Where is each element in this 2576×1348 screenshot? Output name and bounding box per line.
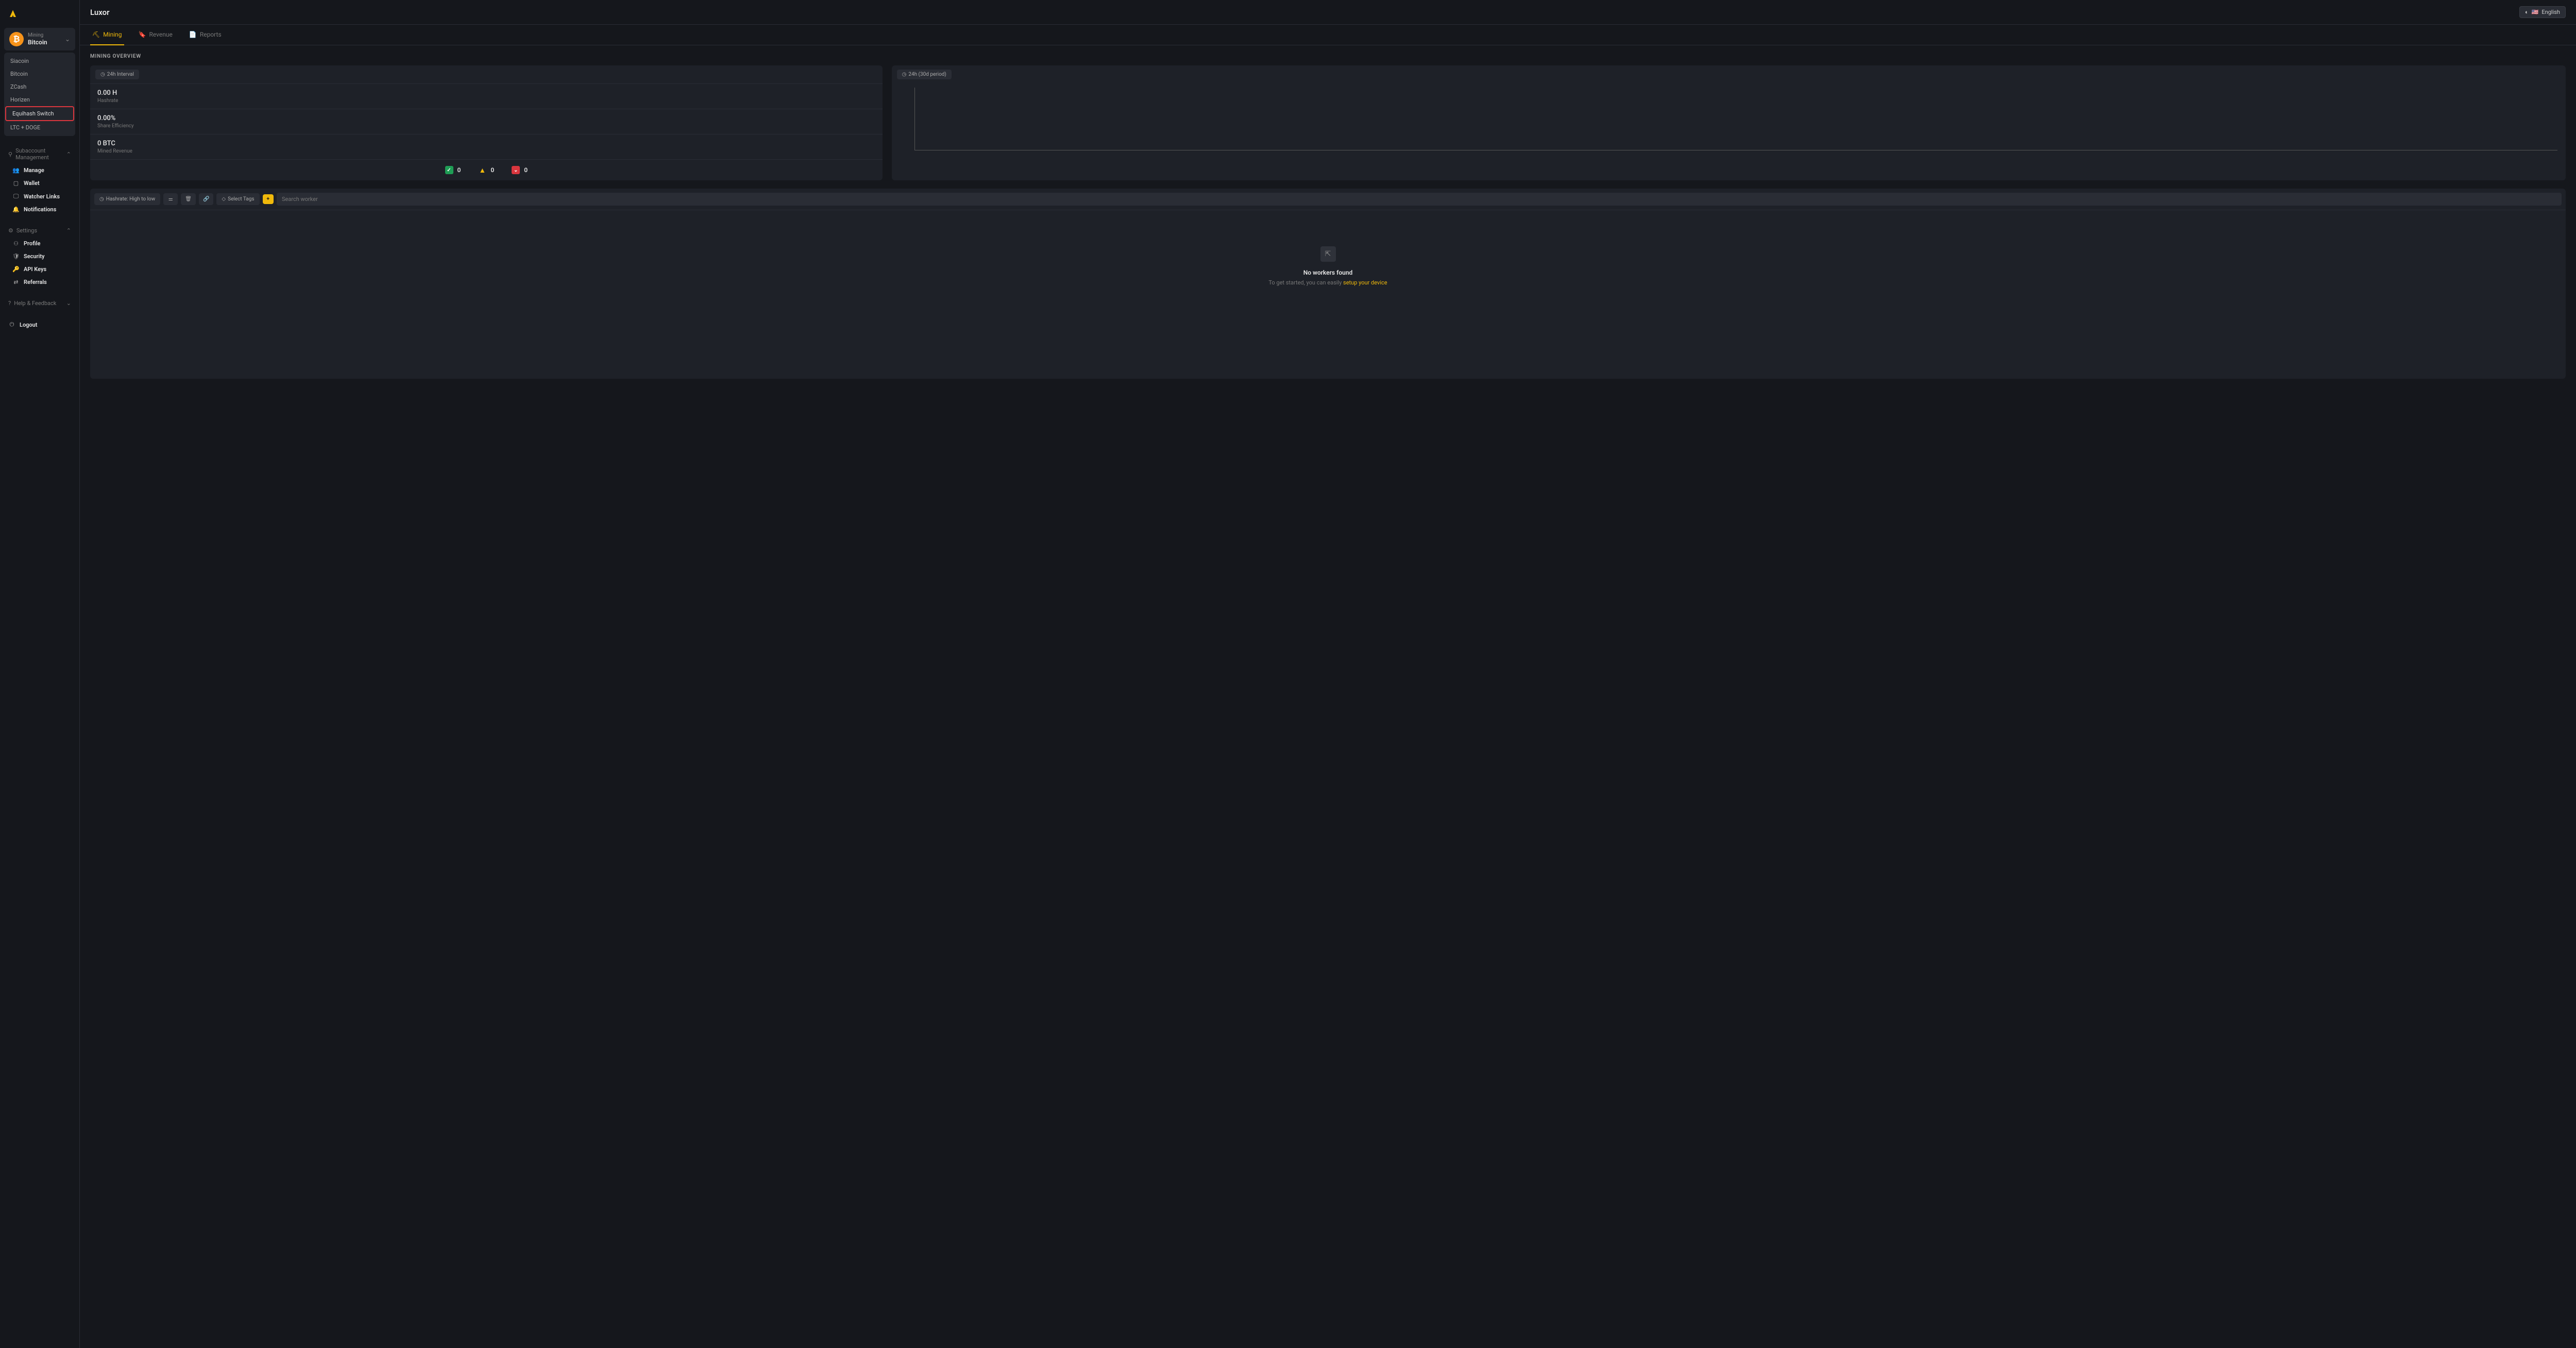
tab-revenue[interactable]: 🔖Revenue (137, 25, 175, 45)
sidebar-item-api-keys[interactable]: 🔑API Keys (2, 263, 77, 276)
coin-item-equihash-switch[interactable]: Equihash Switch (5, 106, 74, 121)
bookmark-icon: 🔖 (139, 31, 146, 38)
globe-icon: ◐ (2525, 9, 2529, 15)
workers-card: ◷Hashrate: High to low ⚌ 🗑 🔗 ◇Select Tag… (90, 189, 2566, 379)
link-icon: 🔗 (203, 196, 209, 202)
brand-logo[interactable] (2, 4, 77, 26)
sliders-icon: ⚌ (168, 196, 173, 202)
chevron-up-icon: ⌃ (66, 151, 71, 158)
coin-item-bitcoin[interactable]: Bitcoin (4, 68, 75, 80)
topbar: Luxor ◐ 🇺🇸 English (80, 0, 2576, 25)
wallet-icon: ▢ (12, 180, 20, 187)
chevron-down-icon: ⌄ (65, 36, 70, 43)
select-tags-button[interactable]: ◇Select Tags (216, 193, 259, 205)
error-icon: ⌄ (512, 166, 520, 174)
coin-item-horizen[interactable]: Horizen (4, 93, 75, 106)
help-icon: ? (8, 300, 11, 307)
metric-hashrate: 0.00 H Hashrate (90, 83, 883, 109)
gear-icon: ⚙ (8, 227, 13, 234)
sidebar-item-watcher-links[interactable]: 🖵Watcher Links (2, 190, 77, 203)
search-worker-input[interactable] (277, 193, 2562, 206)
profile-icon: ⚇ (12, 240, 20, 247)
coin-list: Siacoin Bitcoin ZCash Horizen Equihash S… (4, 53, 75, 136)
workers-toolbar: ◷Hashrate: High to low ⚌ 🗑 🔗 ◇Select Tag… (90, 189, 2566, 210)
sidebar-item-referrals[interactable]: ⇄Referrals (2, 276, 77, 289)
chevron-down-icon: ⌄ (66, 300, 71, 307)
clock-icon: ◷ (902, 72, 907, 77)
chart-axes (914, 88, 2557, 150)
luxor-logo-icon (8, 9, 18, 19)
metric-share-efficiency: 0.00% Share Efficiency (90, 109, 883, 134)
metrics-card: ◷24h Interval 0.00 H Hashrate 0.00% Shar… (90, 65, 883, 180)
mining-icon: ⛏ (92, 31, 100, 38)
shield-icon: 🛡 (12, 253, 20, 260)
tag-icon: ◇ (222, 196, 226, 202)
key-icon: 🔑 (12, 266, 20, 273)
link-button[interactable]: 🔗 (199, 193, 213, 205)
coin-item-ltc-doge[interactable]: LTC + DOGE (4, 121, 75, 134)
help-header[interactable]: ? Help & Feedback ⌄ (2, 297, 77, 310)
page-title: Luxor (90, 8, 2519, 17)
status-warn: ▲0 (478, 166, 494, 174)
power-icon: ⏻ (8, 321, 15, 328)
coin-selector-value: Bitcoin (28, 39, 61, 46)
workers-empty-state: ⇱ No workers found To get started, you c… (90, 210, 2566, 379)
main-content: Luxor ◐ 🇺🇸 English ⛏Mining 🔖Revenue 📄Rep… (80, 0, 2576, 1348)
clock-icon: ◷ (99, 196, 104, 202)
chart-period-pill[interactable]: ◷24h (30d period) (897, 70, 952, 79)
sidebar-item-logout[interactable]: ⏻Logout (2, 318, 77, 331)
interval-pill[interactable]: ◷24h Interval (95, 70, 139, 79)
settings-header[interactable]: ⚙ Settings ⌃ (2, 224, 77, 237)
status-ok: ✓0 (445, 166, 461, 174)
flag-icon: 🇺🇸 (2532, 9, 2539, 15)
upload-icon: ⇱ (1320, 246, 1336, 262)
share-icon: ⇄ (12, 279, 20, 285)
empty-subtitle: To get started, you can easily setup you… (100, 279, 2555, 286)
user-icon: ⚲ (8, 151, 12, 158)
tab-mining[interactable]: ⛏Mining (90, 25, 124, 45)
coin-selector-label: Mining (28, 32, 61, 39)
monitor-icon: 🖵 (12, 193, 20, 200)
sidebar: ₿ Mining Bitcoin ⌄ Siacoin Bitcoin ZCash… (0, 0, 80, 1348)
document-icon: 📄 (189, 31, 197, 38)
status-err: ⌄0 (512, 166, 528, 174)
delete-button[interactable]: 🗑 (181, 193, 196, 205)
setup-device-link[interactable]: setup your device (1343, 279, 1387, 286)
chart-card: ◷24h (30d period) (892, 65, 2566, 180)
subaccount-header[interactable]: ⚲ Subaccount Management ⌃ (2, 144, 77, 164)
chevron-up-icon: ⌃ (66, 227, 71, 234)
hashrate-chart (892, 83, 2566, 161)
sidebar-item-security[interactable]: 🛡Security (2, 250, 77, 263)
sidebar-item-profile[interactable]: ⚇Profile (2, 237, 77, 250)
check-icon: ✓ (445, 166, 453, 174)
empty-title: No workers found (100, 269, 2555, 276)
metric-mined-revenue: 0 BTC Mined Revenue (90, 134, 883, 159)
overview-title: MINING OVERVIEW (90, 54, 2566, 59)
trash-icon: 🗑 (185, 196, 192, 202)
add-tag-button[interactable]: + (263, 194, 274, 204)
filter-button[interactable]: ⚌ (163, 193, 178, 205)
coin-selector[interactable]: ₿ Mining Bitcoin ⌄ (4, 28, 75, 50)
coin-item-siacoin[interactable]: Siacoin (4, 55, 75, 68)
language-selector[interactable]: ◐ 🇺🇸 English (2519, 6, 2566, 18)
sidebar-item-manage[interactable]: 👥Manage (2, 164, 77, 177)
bell-icon: 🔔 (12, 206, 20, 213)
main-tabs: ⛏Mining 🔖Revenue 📄Reports (80, 25, 2576, 45)
plus-icon: + (267, 196, 269, 202)
warning-icon: ▲ (478, 166, 486, 174)
sidebar-item-notifications[interactable]: 🔔Notifications (2, 203, 77, 216)
bitcoin-icon: ₿ (9, 32, 24, 46)
users-icon: 👥 (12, 167, 20, 174)
sort-button[interactable]: ◷Hashrate: High to low (94, 193, 160, 205)
worker-status-row: ✓0 ▲0 ⌄0 (90, 159, 883, 180)
coin-item-zcash[interactable]: ZCash (4, 80, 75, 93)
clock-icon: ◷ (100, 72, 105, 77)
tab-reports[interactable]: 📄Reports (187, 25, 224, 45)
sidebar-item-wallet[interactable]: ▢Wallet (2, 177, 77, 190)
